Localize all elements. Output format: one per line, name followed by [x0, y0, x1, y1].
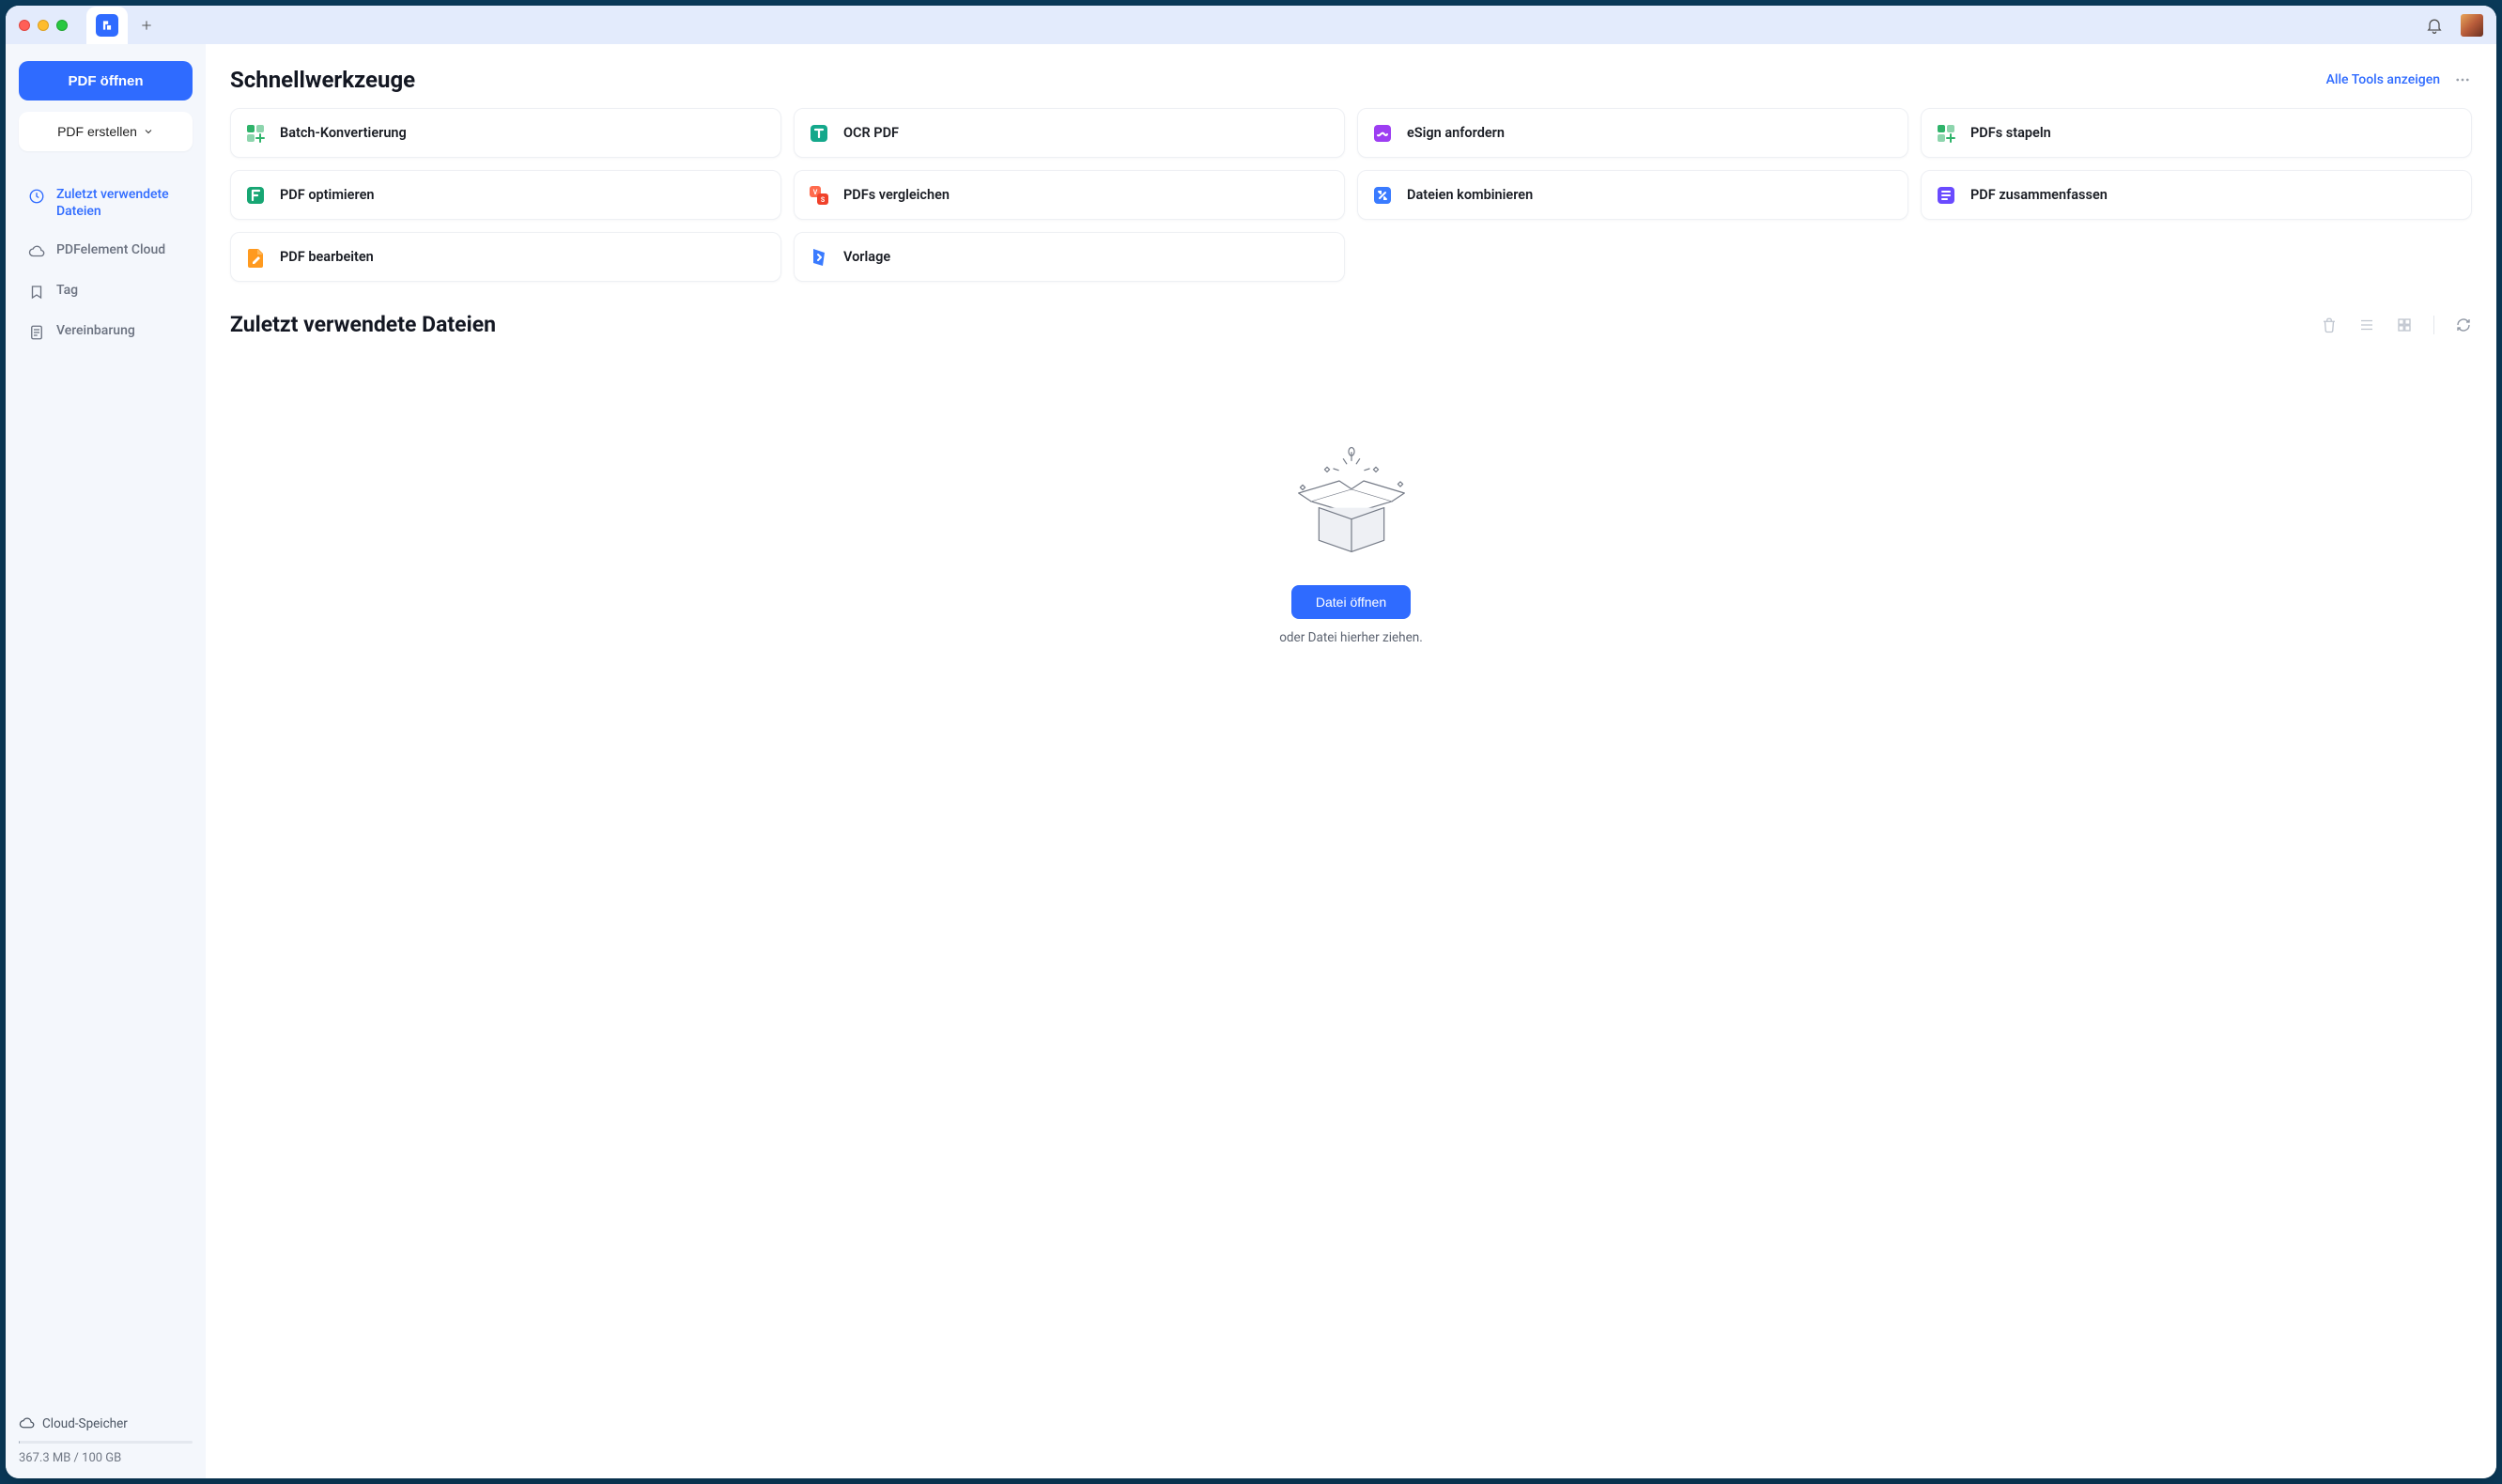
cloud-icon: [19, 1415, 35, 1431]
create-pdf-button[interactable]: PDF erstellen: [19, 112, 193, 151]
tool-label: PDF zusammenfassen: [1970, 187, 2108, 203]
optimize-icon: [244, 184, 267, 207]
titlebar-left: [19, 6, 165, 45]
sidebar-item-recent[interactable]: Zuletzt verwendete Dateien: [19, 178, 193, 229]
edit-icon: [244, 246, 267, 269]
recent-empty-state: Datei öffnen oder Datei hierher ziehen.: [230, 360, 2472, 645]
sidebar-footer: Cloud-Speicher 367.3 MB / 100 GB: [19, 1415, 193, 1465]
tool-card-template[interactable]: Vorlage: [794, 232, 1345, 282]
storage-text: 367.3 MB / 100 GB: [19, 1451, 193, 1465]
clock-icon: [28, 188, 45, 205]
tool-card-compare[interactable]: VS PDFs vergleichen: [794, 170, 1345, 220]
bookmark-icon: [28, 284, 45, 301]
show-all-tools-link[interactable]: Alle Tools anzeigen: [2326, 72, 2440, 87]
sidebar-nav: Zuletzt verwendete Dateien PDFelement Cl…: [19, 178, 193, 350]
tool-card-stack[interactable]: PDFs stapeln: [1921, 108, 2472, 158]
titlebar: [6, 6, 2496, 44]
tool-label: eSign anfordern: [1407, 125, 1505, 141]
main-panel: Schnellwerkzeuge Alle Tools anzeigen Bat…: [206, 44, 2496, 1478]
sidebar-item-label: Zuletzt verwendete Dateien: [56, 187, 183, 220]
create-pdf-label: PDF erstellen: [57, 124, 137, 139]
tool-label: Dateien kombinieren: [1407, 187, 1533, 203]
tool-label: PDF bearbeiten: [280, 249, 374, 265]
sidebar-item-agreement[interactable]: Vereinbarung: [19, 314, 193, 350]
ocr-pdf-icon: [808, 122, 830, 145]
svg-text:V: V: [813, 189, 818, 196]
quicktools-grid: Batch-Konvertierung OCR PDF eSign anforder…: [230, 108, 2472, 282]
zoom-window-button[interactable]: [56, 20, 68, 31]
titlebar-right: [2425, 14, 2483, 37]
tool-card-summarize[interactable]: PDF zusammenfassen: [1921, 170, 2472, 220]
tool-label: PDFs vergleichen: [843, 187, 950, 203]
tool-label: PDFs stapeln: [1970, 125, 2051, 141]
recent-actions: [2321, 316, 2472, 334]
home-tab[interactable]: [86, 7, 128, 45]
user-avatar[interactable]: [2461, 14, 2483, 37]
app-logo-icon: [96, 14, 118, 37]
open-file-button[interactable]: Datei öffnen: [1291, 585, 1411, 619]
tool-label: OCR PDF: [843, 125, 899, 141]
trash-icon[interactable]: [2321, 317, 2338, 333]
refresh-icon[interactable]: [2455, 317, 2472, 333]
document-icon: [28, 324, 45, 341]
cloud-icon: [28, 243, 45, 260]
empty-box-illustration: [1286, 444, 1417, 566]
quicktools-actions: Alle Tools anzeigen: [2326, 70, 2472, 89]
content-area: PDF öffnen PDF erstellen Zuletzt verwend…: [6, 44, 2496, 1478]
plus-icon: [139, 18, 154, 33]
app-window: PDF öffnen PDF erstellen Zuletzt verwend…: [6, 6, 2496, 1478]
notifications-icon[interactable]: [2425, 16, 2444, 35]
tool-card-optimize[interactable]: PDF optimieren: [230, 170, 781, 220]
storage-progress: [19, 1441, 193, 1444]
drag-hint-text: oder Datei hierher ziehen.: [1279, 630, 1423, 645]
storage-progress-fill: [19, 1441, 20, 1444]
cloud-storage-row[interactable]: Cloud-Speicher: [19, 1415, 193, 1431]
tool-label: PDF optimieren: [280, 187, 374, 203]
sidebar-item-label: Tag: [56, 283, 78, 300]
batch-convert-icon: [244, 122, 267, 145]
recent-title: Zuletzt verwendete Dateien: [230, 312, 496, 337]
compare-icon: VS: [808, 184, 830, 207]
cloud-storage-label: Cloud-Speicher: [42, 1416, 128, 1431]
esign-icon: [1371, 122, 1394, 145]
sidebar-item-label: Vereinbarung: [56, 323, 135, 340]
summarize-icon: [1935, 184, 1957, 207]
tool-card-batch-convert[interactable]: Batch-Konvertierung: [230, 108, 781, 158]
quicktools-more-button[interactable]: [2453, 70, 2472, 89]
combine-icon: [1371, 184, 1394, 207]
minimize-window-button[interactable]: [38, 20, 49, 31]
tool-label: Vorlage: [843, 249, 890, 265]
tool-label: Batch-Konvertierung: [280, 125, 407, 141]
tool-card-esign[interactable]: eSign anfordern: [1357, 108, 1908, 158]
quicktools-header: Schnellwerkzeuge Alle Tools anzeigen: [230, 67, 2472, 93]
tool-card-ocr-pdf[interactable]: OCR PDF: [794, 108, 1345, 158]
more-horizontal-icon: [2454, 71, 2471, 88]
sidebar-item-cloud[interactable]: PDFelement Cloud: [19, 233, 193, 270]
stack-icon: [1935, 122, 1957, 145]
divider: [2433, 316, 2434, 334]
sidebar-item-tag[interactable]: Tag: [19, 273, 193, 310]
template-icon: [808, 246, 830, 269]
close-window-button[interactable]: [19, 20, 30, 31]
traffic-lights: [19, 20, 68, 31]
tool-card-edit[interactable]: PDF bearbeiten: [230, 232, 781, 282]
tool-card-combine[interactable]: Dateien kombinieren: [1357, 170, 1908, 220]
open-pdf-button[interactable]: PDF öffnen: [19, 61, 193, 100]
sidebar: PDF öffnen PDF erstellen Zuletzt verwend…: [6, 44, 206, 1478]
list-view-icon[interactable]: [2358, 317, 2375, 333]
sidebar-item-label: PDFelement Cloud: [56, 242, 165, 259]
recent-header: Zuletzt verwendete Dateien: [230, 312, 2472, 337]
new-tab-button[interactable]: [128, 7, 165, 44]
grid-view-icon[interactable]: [2396, 317, 2413, 333]
chevron-down-icon: [143, 126, 154, 137]
quicktools-title: Schnellwerkzeuge: [230, 67, 415, 93]
svg-text:S: S: [821, 196, 826, 204]
